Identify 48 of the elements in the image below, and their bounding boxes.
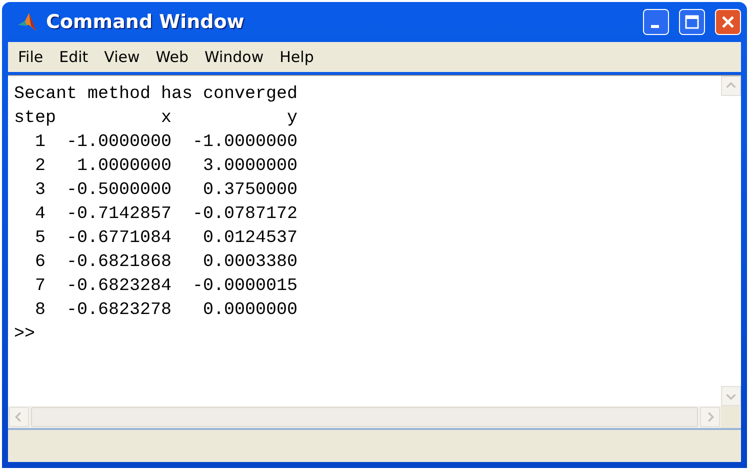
menu-item[interactable]: Window xyxy=(196,46,272,68)
column-header: step xyxy=(14,107,56,130)
console-message: Secant method has converged xyxy=(14,83,299,106)
close-button[interactable] xyxy=(715,9,741,35)
table-cell-text: 5 xyxy=(34,227,46,250)
maximize-icon xyxy=(684,14,700,30)
table-cell-text: 8 xyxy=(34,299,46,322)
table-cell-text: 1 xyxy=(34,131,46,154)
scroll-left-button[interactable] xyxy=(9,407,29,427)
menu-item[interactable]: Web xyxy=(148,46,196,68)
table-cell-text: 0.0003380 xyxy=(202,251,298,274)
scroll-right-button[interactable] xyxy=(700,407,720,427)
table-cell-text: 3 xyxy=(34,179,46,202)
table-cell-text: 3.0000000 xyxy=(202,155,298,178)
table-cell-text: -1.0000000 xyxy=(192,131,298,154)
table-cell-text: -0.7142857 xyxy=(65,203,172,226)
table-cell-text: 1.0000000 xyxy=(76,155,172,178)
table-cell-text: -0.6823278 xyxy=(65,299,172,322)
menu-item[interactable]: View xyxy=(96,46,148,68)
minimize-icon xyxy=(650,24,658,28)
table-cell-text: 6 xyxy=(34,251,46,274)
table-cell-text: -1.0000000 xyxy=(65,131,172,154)
menu-item[interactable]: Edit xyxy=(51,46,96,68)
command-prompt: >> xyxy=(14,324,36,344)
close-icon xyxy=(720,14,736,30)
scroll-down-button[interactable] xyxy=(721,386,741,406)
table-cell-text: -0.0000015 xyxy=(192,275,298,298)
table-cell-text: 0.0124537 xyxy=(202,227,298,250)
maximize-button[interactable] xyxy=(679,9,705,35)
table-cell-text: 0.3750000 xyxy=(202,179,298,202)
table-cell-text: -0.5000000 xyxy=(65,179,172,202)
column-header: y xyxy=(286,107,298,130)
table-cell-text: 2 xyxy=(34,155,46,178)
scroll-up-button[interactable] xyxy=(721,76,741,96)
table-cell-text: 0.0000000 xyxy=(202,299,298,322)
scrollbar-corner xyxy=(721,406,741,428)
table-cell-text: -0.6823284 xyxy=(65,275,172,298)
table-cell-text: 7 xyxy=(34,275,46,298)
table-cell-text: -0.0787172 xyxy=(192,203,298,226)
minimize-button[interactable] xyxy=(643,9,669,35)
table-cell-text: -0.6771084 xyxy=(65,227,172,250)
table-cell-text: 4 xyxy=(34,203,46,226)
table-cell-text: -0.6821868 xyxy=(65,251,172,274)
app-logo-icon xyxy=(16,11,38,33)
menu-item[interactable]: Help xyxy=(272,46,322,68)
column-header: x xyxy=(160,107,172,130)
window-title: Command Window xyxy=(46,11,246,33)
menu-item[interactable]: File xyxy=(10,46,52,68)
